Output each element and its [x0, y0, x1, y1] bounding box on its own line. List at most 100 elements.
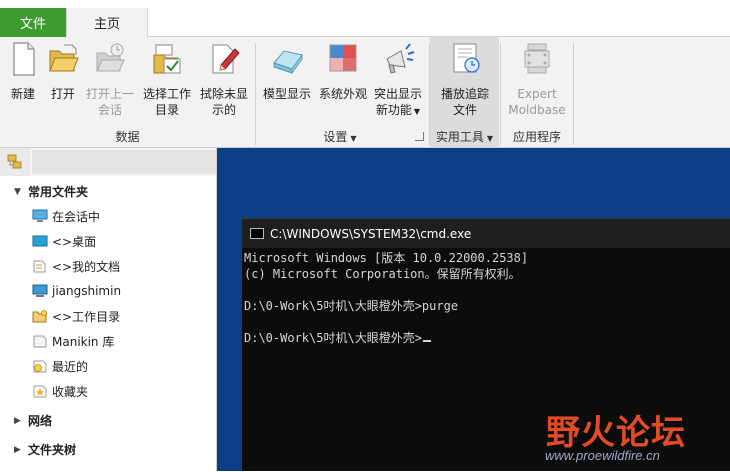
- console-icon: [250, 228, 264, 239]
- list-item-label: 最近的: [52, 359, 89, 374]
- model-display-label: 模型显示: [262, 87, 311, 101]
- system-appearance-icon: [329, 44, 357, 72]
- list-item-jiangshimin[interactable]: jiangshimin: [32, 282, 121, 300]
- new-button[interactable]: 新建: [4, 41, 42, 121]
- console-prompt: D:\0-Work\5吋机\大眼橙外壳>: [244, 331, 422, 345]
- select-working-directory-button[interactable]: 选择工作 目录: [140, 41, 194, 131]
- dialog-launcher-icon[interactable]: [415, 132, 424, 141]
- favorites-icon: [33, 385, 47, 398]
- tab-bar-filler: [148, 8, 730, 37]
- window-title: C:\WINDOWS\SYSTEM32\cmd.exe: [270, 226, 472, 241]
- library-icon: [33, 335, 47, 348]
- list-item-desktop[interactable]: <>桌面: [32, 232, 96, 250]
- documents-icon: [33, 260, 46, 273]
- playback-label-line1: 播放追踪: [440, 87, 489, 101]
- list-item-my-documents[interactable]: <>我的文档: [32, 257, 120, 275]
- highlight-label-line1: 突出显示: [373, 87, 422, 101]
- tab-file[interactable]: 文件: [0, 8, 66, 37]
- highlight-label-line2-text: 新功能: [375, 103, 412, 117]
- dropdown-arrow-icon: ▼: [486, 134, 494, 143]
- model-display-icon: [273, 50, 303, 75]
- list-item-working-directory[interactable]: <>工作目录: [32, 307, 120, 325]
- highlight-label-line2: 新功能 ▼: [371, 102, 425, 120]
- folder-tree-icon: [7, 154, 22, 169]
- expert-label-line1: Expert: [517, 87, 557, 101]
- open-last-session-button[interactable]: 打开上一 会话: [84, 41, 136, 131]
- recent-icon: [33, 360, 47, 373]
- list-item-label: <>我的文档: [52, 259, 121, 274]
- command-prompt-titlebar[interactable]: C:\WINDOWS\SYSTEM32\cmd.exe: [242, 219, 730, 248]
- playback-trace-file-button[interactable]: 播放追踪 文件: [436, 41, 494, 131]
- highlight-new-features-button[interactable]: 突出显示 新功能 ▼: [371, 41, 425, 131]
- megaphone-icon: [386, 43, 415, 74]
- highlight-new-features-label: 突出显示 新功能 ▼: [371, 86, 425, 120]
- open-button[interactable]: 打开: [46, 41, 80, 121]
- expert-moldbase-label: Expert Moldbase: [505, 86, 569, 118]
- playback-label-line2: 文件: [452, 103, 477, 117]
- system-appearance-button[interactable]: 系统外观: [316, 41, 370, 121]
- list-item-label: 在会话中: [52, 209, 101, 224]
- list-item-favorites[interactable]: 收藏夹: [32, 382, 88, 400]
- open-last-session-label-line2: 会话: [97, 103, 122, 117]
- erase-label-line1: 拭除未显: [199, 87, 248, 101]
- erase-not-displayed-button[interactable]: 拭除未显 示的: [197, 41, 251, 131]
- expert-moldbase-button[interactable]: Expert Moldbase: [505, 41, 569, 131]
- system-appearance-label: 系统外观: [318, 87, 367, 101]
- erase-not-displayed-label: 拭除未显 示的: [197, 86, 251, 118]
- erase-label-line2: 示的: [211, 103, 236, 117]
- practical-tools-label-text: 实用工具: [435, 130, 484, 144]
- model-display-button[interactable]: 模型显示: [260, 41, 314, 121]
- new-document-icon: [13, 42, 35, 76]
- list-item-in-session[interactable]: 在会话中: [32, 207, 100, 225]
- tab-home[interactable]: 主页: [66, 8, 148, 37]
- playback-trace-icon: [453, 43, 480, 73]
- network-header[interactable]: ▶ 网络: [14, 412, 52, 429]
- network-label: 网络: [28, 414, 53, 428]
- list-item-label: 收藏夹: [52, 384, 89, 399]
- open-label: 打开: [50, 87, 75, 101]
- list-item-recent[interactable]: 最近的: [32, 357, 88, 375]
- select-directory-icon: [153, 44, 181, 74]
- ribbon: 新建 打开 打开上一 会话 选择工作 目录 拭除未显 示的 数据 模型显示 系统…: [0, 37, 730, 148]
- expert-label-line2: Moldbase: [508, 103, 566, 117]
- watermark-logo: 野火论坛: [546, 413, 686, 453]
- open-last-session-icon: [96, 43, 125, 72]
- list-item-label: <>工作目录: [52, 309, 121, 324]
- group-separator: [500, 43, 501, 145]
- open-last-session-label-line1: 打开上一: [85, 87, 134, 101]
- moldbase-icon: [524, 43, 550, 74]
- navigator-path-field[interactable]: [32, 150, 216, 174]
- open-last-session-label: 打开上一 会话: [84, 86, 136, 118]
- navigator-tab[interactable]: [0, 148, 30, 176]
- new-label: 新建: [10, 87, 35, 101]
- list-item-manikin-library[interactable]: Manikin 库: [32, 332, 114, 350]
- console-prompt-line: D:\0-Work\5吋机\大眼橙外壳>: [244, 330, 431, 346]
- data-group-label: 数据: [115, 130, 140, 144]
- select-dir-label-line2: 目录: [154, 103, 179, 117]
- settings-group-label[interactable]: 设置 ▼: [300, 128, 380, 145]
- group-separator: [255, 43, 256, 145]
- common-folders-label: 常用文件夹: [28, 185, 89, 199]
- collapsed-triangle-icon: ▶: [14, 415, 21, 426]
- expand-triangle-icon: ▼: [14, 186, 21, 197]
- dropdown-arrow-icon: ▼: [350, 134, 357, 143]
- list-item-label: Manikin 库: [52, 334, 115, 349]
- group-separator: [573, 43, 574, 145]
- practical-tools-group-label[interactable]: 实用工具 ▼: [430, 128, 499, 145]
- console-line: (c) Microsoft Corporation。保留所有权利。: [244, 267, 521, 281]
- text-cursor: [422, 340, 431, 342]
- console-line: D:\0-Work\5吋机\大眼橙外壳>purge: [244, 299, 459, 313]
- watermark-url: www.proewildfire.cn: [545, 448, 660, 463]
- dropdown-arrow-icon: ▼: [413, 107, 421, 116]
- console-line: Microsoft Windows [版本 10.0.22000.2538]: [244, 251, 529, 265]
- list-item-label: jiangshimin: [52, 284, 122, 298]
- window-top-strip: [0, 0, 730, 8]
- playback-trace-file-label: 播放追踪 文件: [436, 86, 494, 118]
- folder-tree-label: 文件夹树: [28, 443, 77, 457]
- folder-tree-header[interactable]: ▶ 文件夹树: [14, 441, 76, 458]
- common-folders-header[interactable]: ▼ 常用文件夹: [14, 183, 88, 200]
- navigator-header: [0, 148, 216, 176]
- folder-navigator: ▼ 常用文件夹 在会话中 <>桌面 <>我的文档 jiangshimin <>工…: [0, 148, 217, 471]
- desktop-icon: [32, 235, 48, 247]
- erase-icon: [212, 44, 240, 74]
